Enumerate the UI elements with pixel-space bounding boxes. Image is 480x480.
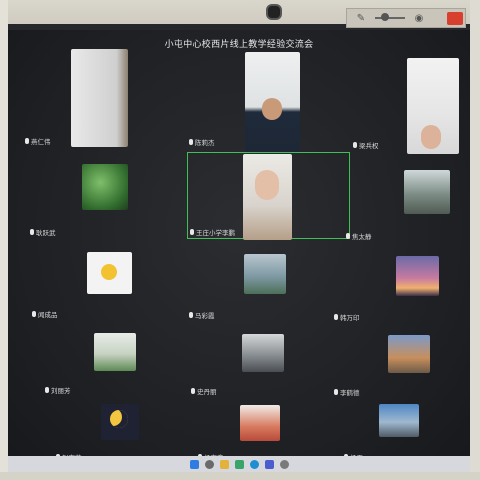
video-tile-chen[interactable] bbox=[245, 52, 300, 152]
close-icon[interactable] bbox=[447, 12, 463, 25]
avatar-yang-zhixin[interactable] bbox=[240, 405, 280, 441]
avatar-zhao[interactable] bbox=[101, 404, 139, 440]
participant-name-3: 梁兵权 bbox=[353, 140, 379, 150]
mic-muted-icon bbox=[191, 388, 195, 394]
slider-icon[interactable] bbox=[375, 12, 405, 24]
participant-name-6: 焦太静 bbox=[346, 231, 372, 241]
avatar-geng[interactable] bbox=[82, 164, 128, 210]
participant-name-5: 耿跃武 bbox=[30, 227, 56, 237]
avatar-ma[interactable] bbox=[244, 254, 286, 294]
files-icon[interactable] bbox=[219, 459, 229, 469]
pen-off-icon[interactable]: ✎ bbox=[355, 12, 367, 24]
participant-name-2: 陈莉杰 bbox=[189, 137, 215, 147]
mic-muted-icon bbox=[189, 139, 193, 145]
taskbar bbox=[8, 456, 470, 472]
mic-muted-icon bbox=[30, 229, 34, 235]
mic-on-icon bbox=[190, 229, 194, 235]
moon-icon bbox=[110, 410, 128, 428]
participant-name-8: 马彩霞 bbox=[189, 310, 215, 320]
video-tile-yan[interactable] bbox=[71, 49, 128, 147]
avatar-liu[interactable] bbox=[94, 333, 136, 371]
chick-icon bbox=[101, 264, 117, 280]
mic-muted-icon bbox=[45, 387, 49, 393]
mic-muted-icon bbox=[353, 142, 357, 148]
monitor-bezel-left bbox=[0, 0, 8, 480]
avatar-wen[interactable] bbox=[87, 252, 132, 294]
mic-muted-icon bbox=[334, 389, 338, 395]
chat-icon[interactable] bbox=[234, 459, 244, 469]
participant-name-4: 王庄小学李鹏 bbox=[190, 227, 235, 237]
avatar-yang-yu[interactable] bbox=[379, 404, 419, 437]
mic-muted-icon bbox=[25, 138, 29, 144]
mic-muted-icon bbox=[189, 312, 193, 318]
participant-name-11: 史丹丽 bbox=[191, 386, 217, 396]
store-icon[interactable] bbox=[264, 459, 274, 469]
meeting-window: 小屯中心校西片线上教学经验交流会 燕仁伟 陈莉杰 梁兵权 王庄小学李鹏 耿跃武 … bbox=[8, 24, 470, 472]
edge-icon[interactable] bbox=[249, 459, 259, 469]
monitor-bezel-right bbox=[470, 0, 480, 480]
video-tile-liang[interactable] bbox=[407, 58, 459, 154]
participant-face bbox=[421, 125, 441, 149]
participant-name-9: 韩万印 bbox=[334, 312, 360, 322]
avatar-jiao[interactable] bbox=[404, 170, 450, 214]
mic-muted-icon bbox=[32, 311, 36, 317]
mic-muted-icon bbox=[346, 233, 350, 239]
avatar-shi[interactable] bbox=[242, 334, 284, 372]
participant-face bbox=[255, 170, 279, 200]
avatar-li[interactable] bbox=[388, 335, 430, 373]
settings-icon[interactable] bbox=[279, 459, 289, 469]
participant-name-10: 刘丽芳 bbox=[45, 385, 71, 395]
webcam-icon bbox=[266, 4, 282, 20]
search-icon[interactable] bbox=[204, 459, 214, 469]
monitor-bezel-bottom bbox=[0, 472, 480, 480]
floating-toolbar: ✎ ◉ bbox=[346, 8, 466, 28]
participant-name-1: 燕仁伟 bbox=[25, 136, 51, 146]
participant-name-7: 闻成品 bbox=[32, 309, 58, 319]
video-tile-wangzhuang[interactable] bbox=[243, 154, 292, 240]
participant-face bbox=[262, 98, 282, 120]
windows-icon[interactable] bbox=[189, 459, 199, 469]
camera-icon[interactable]: ◉ bbox=[413, 12, 425, 24]
avatar-han[interactable] bbox=[396, 256, 439, 296]
participant-name-12: 李鹤德 bbox=[334, 387, 360, 397]
mic-muted-icon bbox=[334, 314, 338, 320]
